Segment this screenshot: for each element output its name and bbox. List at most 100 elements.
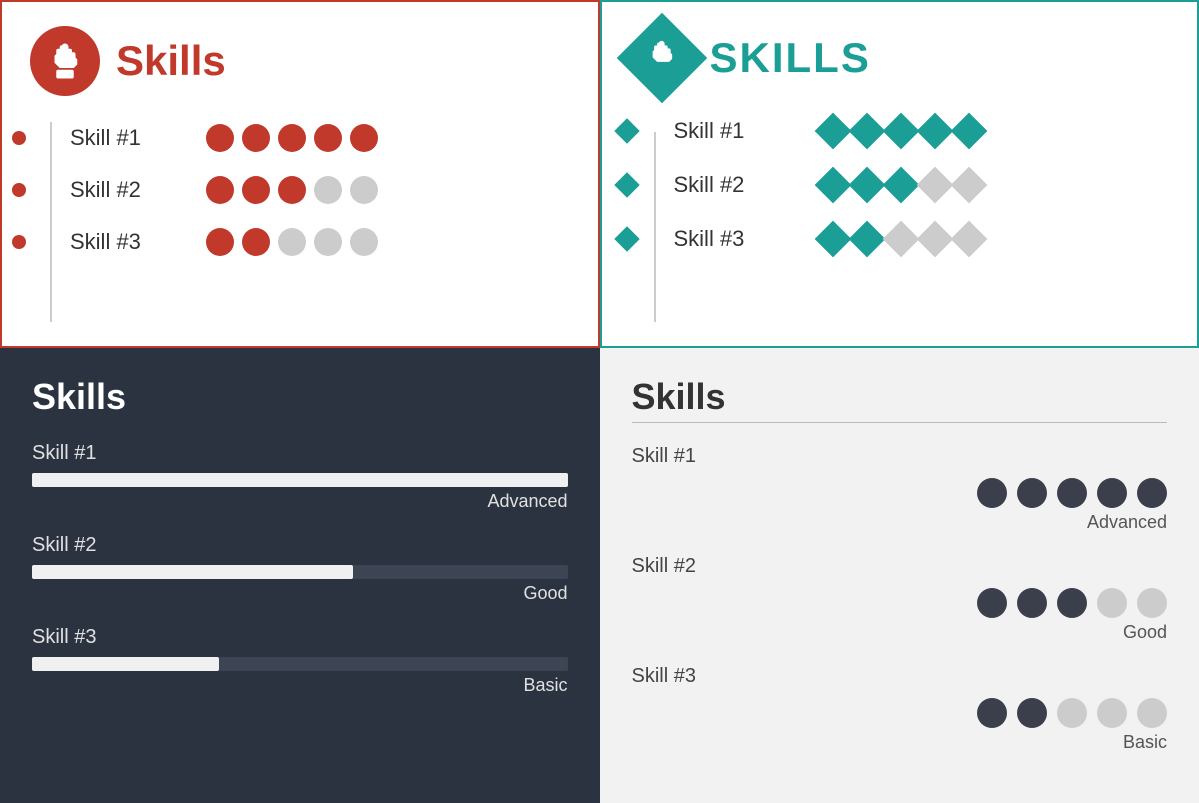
- q2-skill-name: Skill #3: [674, 226, 804, 252]
- dark-filled-circle: [1017, 698, 1047, 728]
- q3-skills-container: Skill #1 Advanced Skill #2 Good Skill #3 Basi…: [32, 442, 568, 696]
- q3-skill-block: Skill #3 Basic: [32, 626, 568, 696]
- q4-skill-block: Skill #3 Basic: [632, 665, 1168, 753]
- q4-dot-label: Basic: [632, 732, 1168, 753]
- q4-skills-container: Skill #1 Advanced Skill #2Good Skill #3 Basi…: [632, 445, 1168, 753]
- quadrant-2-teal-diamonds: SKILLS Skill #1 Skill #2 Skill #3: [600, 0, 1199, 348]
- dark-empty-circle: [1137, 588, 1167, 618]
- q1-skill-row: Skill #1: [30, 124, 570, 152]
- empty-circle: [350, 176, 378, 204]
- q4-skill-name: Skill #3: [632, 665, 1168, 688]
- q1-timeline-dot: [12, 235, 26, 249]
- empty-circle: [278, 228, 306, 256]
- filled-circle: [242, 228, 270, 256]
- q2-header: SKILLS: [630, 26, 1170, 90]
- dark-filled-circle: [1017, 588, 1047, 618]
- filled-diamond: [814, 221, 851, 258]
- empty-circle: [350, 228, 378, 256]
- dark-filled-circle: [977, 698, 1007, 728]
- q1-skill-name: Skill #2: [70, 177, 190, 203]
- q2-timeline-diamond: [614, 226, 639, 251]
- q3-skill-name: Skill #1: [32, 442, 568, 465]
- dark-filled-circle: [1017, 478, 1047, 508]
- filled-diamond: [814, 167, 851, 204]
- q1-header: Skills: [30, 26, 570, 96]
- filled-diamond: [848, 167, 885, 204]
- q4-skill-name: Skill #2: [632, 555, 1168, 578]
- empty-circle: [314, 176, 342, 204]
- q2-title: SKILLS: [710, 34, 871, 82]
- empty-diamond: [882, 221, 919, 258]
- q3-bar-label: Basic: [32, 675, 568, 696]
- dark-filled-circle: [1057, 588, 1087, 618]
- q2-skill-row: Skill #3: [630, 226, 1170, 252]
- empty-circle: [314, 228, 342, 256]
- filled-diamond: [916, 113, 953, 150]
- filled-circle: [314, 124, 342, 152]
- dark-empty-circle: [1137, 698, 1167, 728]
- q4-skill-block: Skill #2Good: [632, 555, 1168, 643]
- filled-circle: [206, 228, 234, 256]
- q1-skill-circles: [206, 228, 378, 256]
- quadrant-3-dark-bars: Skills Skill #1AdvancedSkill #2GoodSkill…: [0, 348, 600, 803]
- q2-skill-diamonds: [820, 118, 982, 144]
- q3-skill-block: Skill #1 Advanced: [32, 442, 568, 512]
- filled-diamond: [848, 221, 885, 258]
- dark-empty-circle: [1097, 698, 1127, 728]
- q4-dot-label: Advanced: [632, 512, 1168, 533]
- filled-diamond: [814, 113, 851, 150]
- empty-diamond: [916, 221, 953, 258]
- dark-filled-circle: [1137, 478, 1167, 508]
- q1-timeline: [50, 122, 52, 322]
- q3-skill-name: Skill #3: [32, 626, 568, 649]
- dark-filled-circle: [977, 588, 1007, 618]
- q2-timeline-diamond: [614, 172, 639, 197]
- q1-timeline-dot: [12, 131, 26, 145]
- q2-skill-row: Skill #2: [630, 172, 1170, 198]
- q1-icon: [30, 26, 100, 96]
- filled-diamond: [950, 113, 987, 150]
- filled-diamond: [848, 113, 885, 150]
- filled-circle: [206, 124, 234, 152]
- q3-bar-fill: [32, 473, 568, 487]
- q1-skill-circles: [206, 124, 378, 152]
- q2-skill-name: Skill #2: [674, 172, 804, 198]
- q1-skill-circles: [206, 176, 378, 204]
- q3-bar-label: Advanced: [32, 491, 568, 512]
- q2-skills-container: Skill #1 Skill #2 Skill #3: [630, 118, 1170, 252]
- q3-bar-background: [32, 565, 568, 579]
- dark-filled-circle: [1057, 478, 1087, 508]
- filled-circle: [278, 176, 306, 204]
- q2-skill-diamonds: [820, 226, 982, 252]
- q3-bar-label: Good: [32, 583, 568, 604]
- q1-skill-row: Skill #3: [30, 228, 570, 256]
- filled-circle: [350, 124, 378, 152]
- empty-diamond: [916, 167, 953, 204]
- q1-skill-name: Skill #3: [70, 229, 190, 255]
- filled-circle: [242, 176, 270, 204]
- q1-skill-name: Skill #1: [70, 125, 190, 151]
- filled-diamond: [882, 113, 919, 150]
- dark-filled-circle: [1097, 478, 1127, 508]
- quadrant-1-red-circles: Skills Skill #1 Skill #2 Skill #3: [0, 0, 600, 348]
- q4-skill-name: Skill #1: [632, 445, 1168, 468]
- q2-skill-diamonds: [820, 172, 982, 198]
- q3-bar-background: [32, 657, 568, 671]
- q3-skill-name: Skill #2: [32, 534, 568, 557]
- q3-bar-background: [32, 473, 568, 487]
- filled-circle: [278, 124, 306, 152]
- q3-bar-fill: [32, 657, 219, 671]
- q3-bar-fill: [32, 565, 353, 579]
- empty-diamond: [950, 167, 987, 204]
- q4-skill-block: Skill #1 Advanced: [632, 445, 1168, 533]
- quadrant-4-light-dots: Skills Skill #1AdvancedSkill #2GoodSkill…: [600, 348, 1199, 803]
- q4-skill-dots: [632, 478, 1168, 508]
- dark-filled-circle: [977, 478, 1007, 508]
- filled-circle: [242, 124, 270, 152]
- q1-title: Skills: [116, 37, 226, 85]
- q2-skill-name: Skill #1: [674, 118, 804, 144]
- q1-skills-container: Skill #1 Skill #2 Skill #3: [30, 124, 570, 256]
- q4-divider: [632, 422, 1168, 423]
- q1-skill-row: Skill #2: [30, 176, 570, 204]
- q2-skill-row: Skill #1: [630, 118, 1170, 144]
